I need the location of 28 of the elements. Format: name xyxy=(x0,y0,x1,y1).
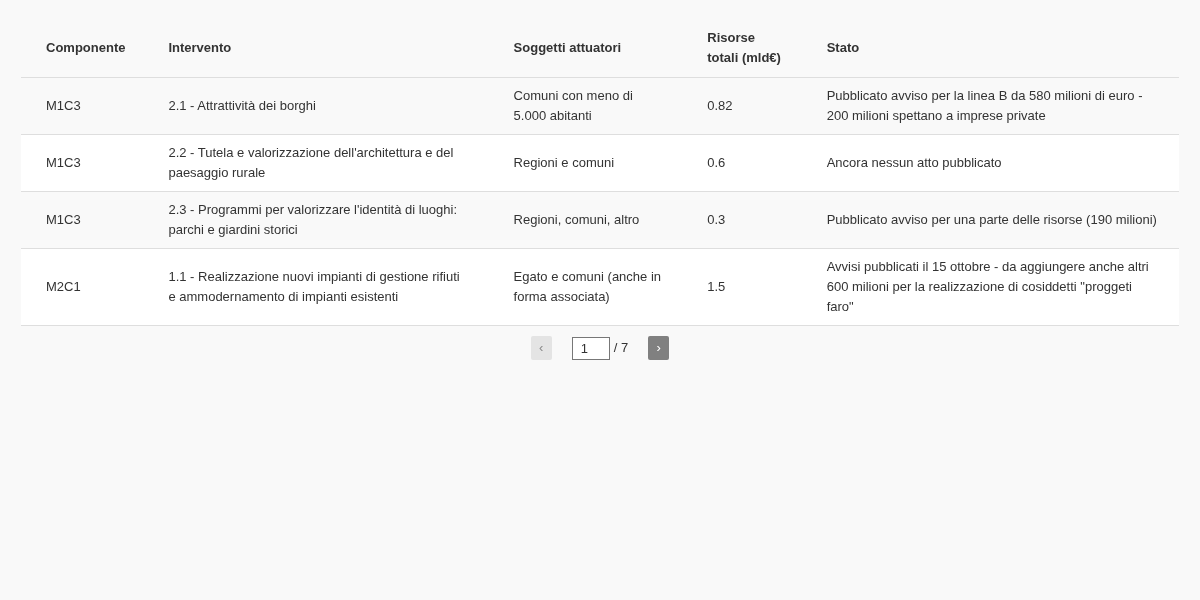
table-cell: M1C3 xyxy=(46,212,81,227)
table-cell: 2.2 - Tutela e valorizzazione dell'architettura e del paesaggio rurale xyxy=(168,145,454,180)
table-cell: Ancora nessun atto pubblicato xyxy=(826,155,1002,170)
table-cell: 0.3 xyxy=(707,212,726,227)
next-page-button[interactable]: › xyxy=(648,336,670,360)
page-count: / 7 xyxy=(613,339,629,358)
table-cell: M1C3 xyxy=(46,98,81,113)
table-cell: 1.1 - Realizzazione nuovi impianti di gestione rifiuti e ammodernamento di impianti esistenti xyxy=(168,269,460,304)
column-header: Componente xyxy=(46,40,126,55)
table-cell: Regioni e comuni xyxy=(513,155,615,170)
table-cell: 1.5 xyxy=(707,279,726,294)
table-cell: M2C1 xyxy=(46,279,81,294)
table-cell: 0.82 xyxy=(707,98,733,113)
table-cell: Avvisi pubblicati il 15 ottobre - da aggiungere anche altri 600 milioni per la realizzazione di cosiddetti "proggeti faro" xyxy=(826,259,1149,314)
table-cell: Pubblicato avviso per una parte delle risorse (190 milioni) xyxy=(826,212,1157,227)
column-header: Soggetti attuatori xyxy=(513,40,622,55)
table-cell: 2.3 - Programmi per valorizzare l'identità di luoghi: parchi e giardini storici xyxy=(168,202,458,237)
table-cell: Regioni, comuni, altro xyxy=(513,212,640,227)
table-cell: 0.6 xyxy=(707,155,726,170)
page-input[interactable]: 1 xyxy=(571,336,610,360)
column-header: Intervento xyxy=(168,40,232,55)
table-cell: Pubblicato avviso per la linea B da 580 milioni di euro - 200 milioni spettano a imprese private xyxy=(826,88,1143,123)
table-cell: M1C3 xyxy=(46,155,81,170)
table-cell: 2.1 - Attrattività dei borghi xyxy=(168,98,316,113)
column-header: Risorse totali (mld€) xyxy=(707,30,781,65)
table-cell: Comuni con meno di 5.000 abitanti xyxy=(513,88,633,123)
table-cell: Egato e comuni (anche in forma associata) xyxy=(513,269,662,304)
column-header: Stato xyxy=(826,40,860,55)
